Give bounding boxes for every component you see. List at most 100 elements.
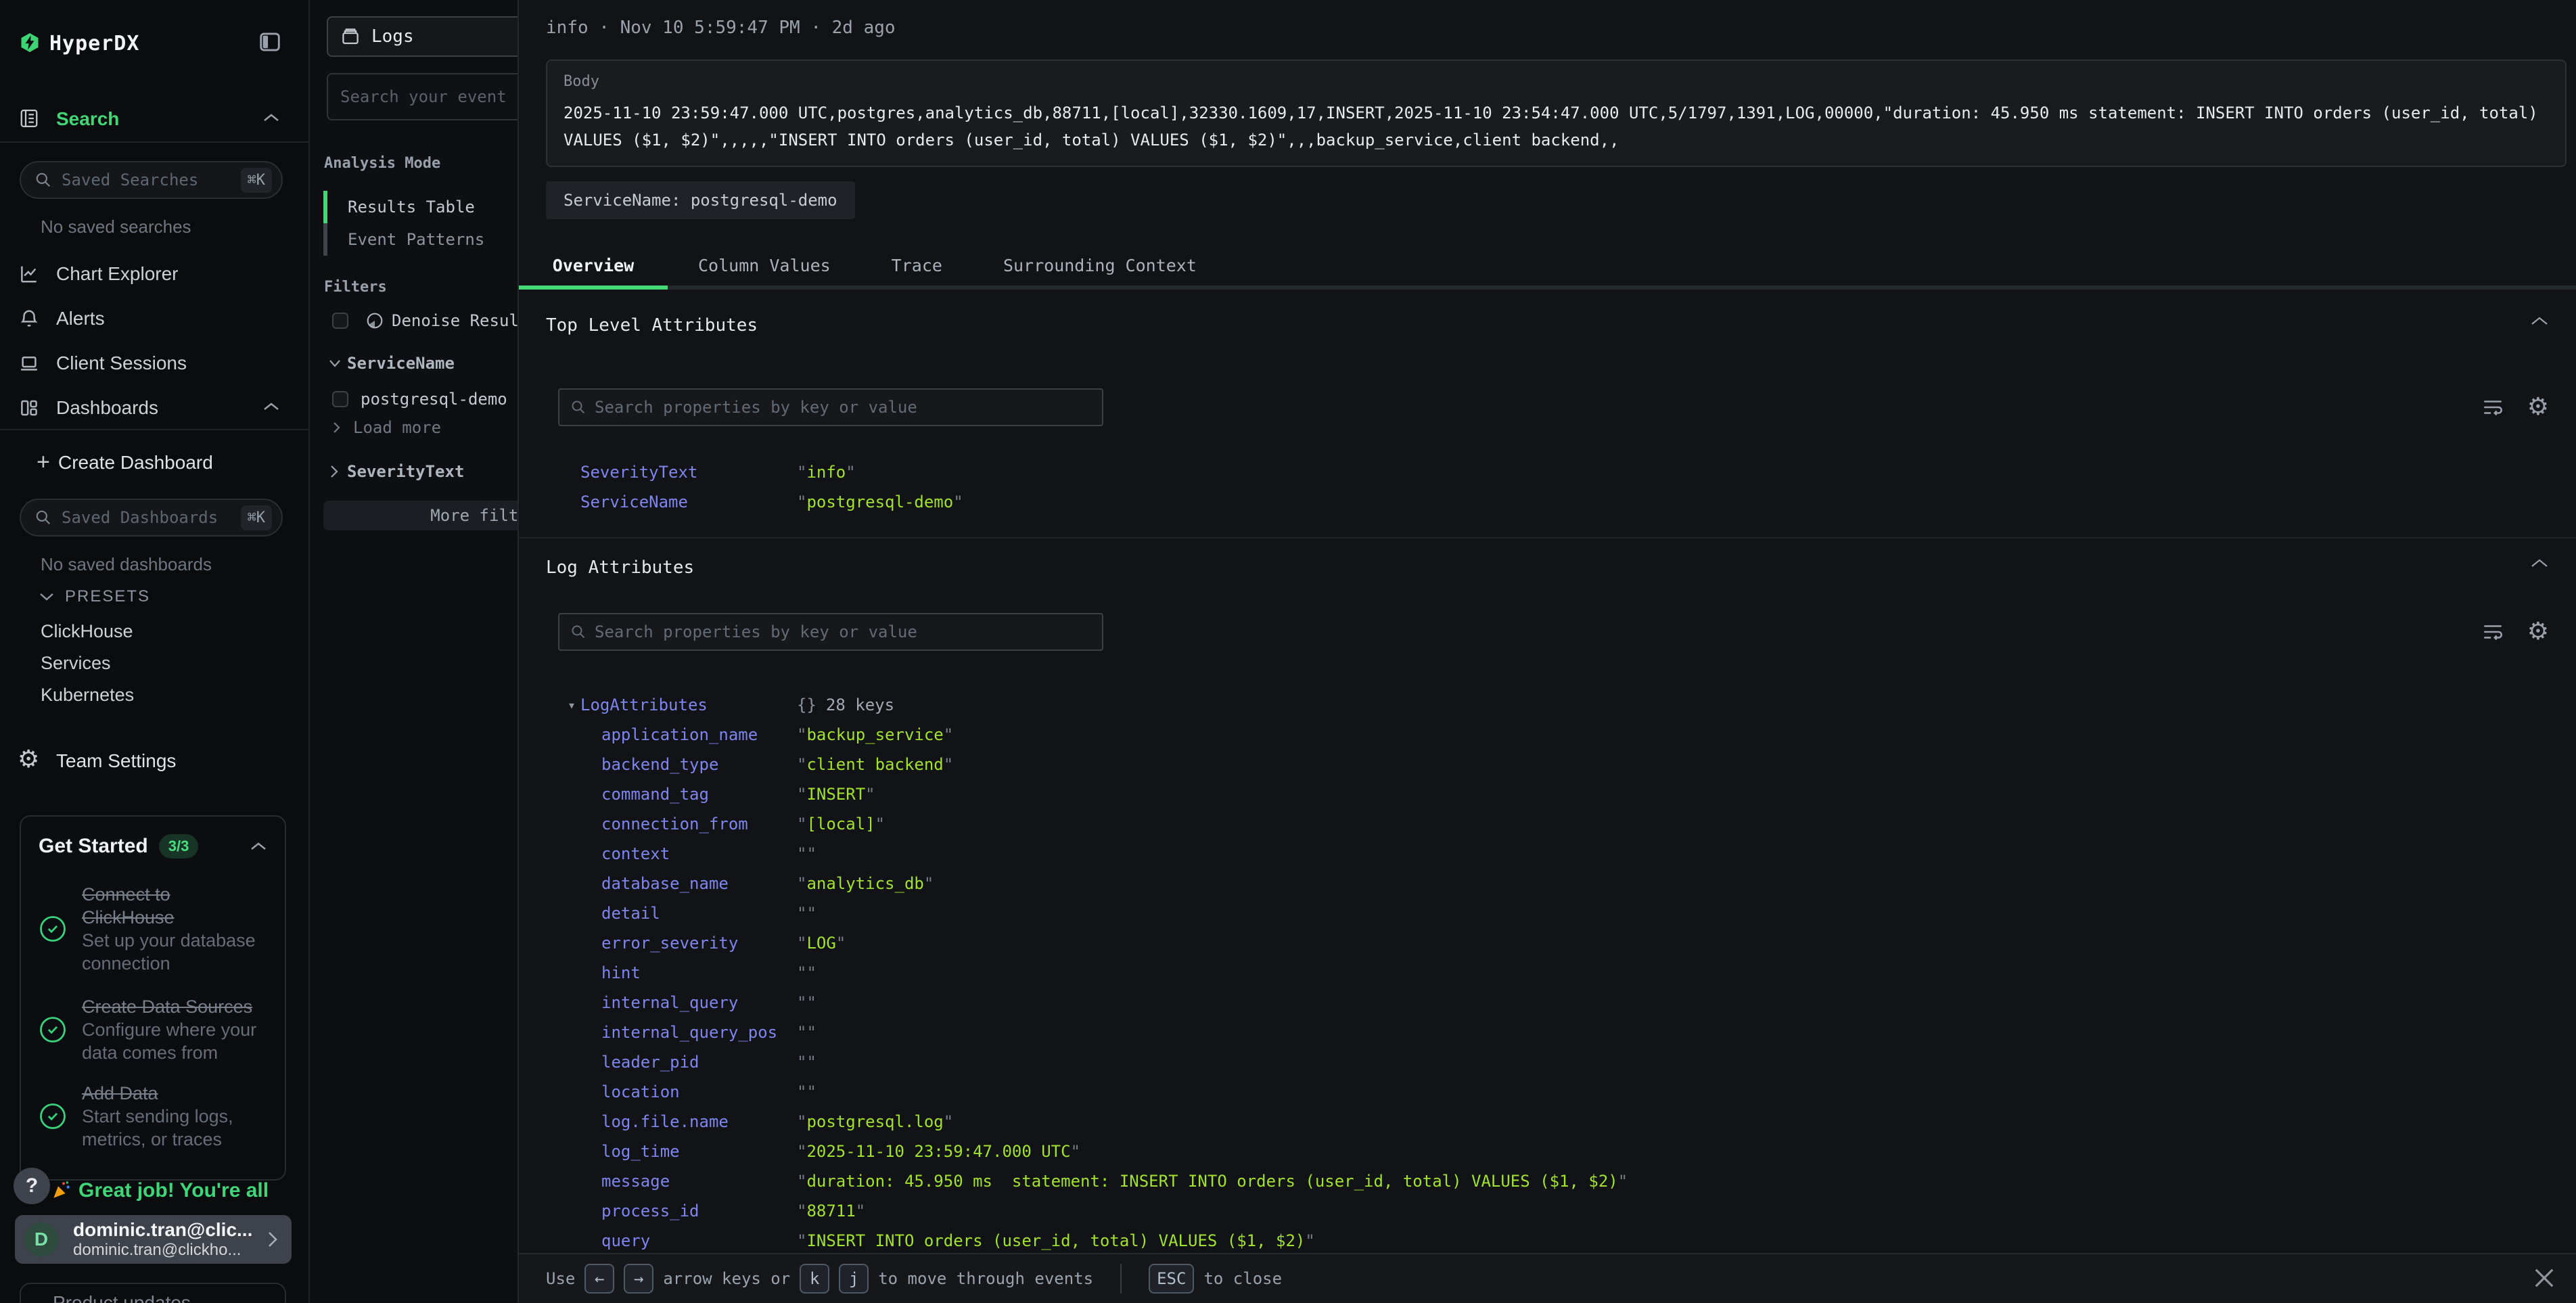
wrap-text-icon[interactable] [2481,620,2504,643]
attr-value[interactable]: backup_service [797,725,953,744]
get-started-header[interactable]: Get Started 3/3 [39,833,267,860]
wrap-text-icon[interactable] [2481,396,2504,419]
event-search-input[interactable] [340,87,518,106]
attr-key[interactable]: context [601,844,797,863]
attr-key[interactable]: internal_query [601,993,797,1012]
sidebar-item-client-sessions[interactable]: Client Sessions [0,352,308,374]
attr-value[interactable] [797,844,816,863]
sidebar-section-search[interactable]: Search [0,108,308,131]
tab-surrounding-context[interactable]: Surrounding Context [973,241,1227,290]
attr-value[interactable]: postgresql-demo [797,493,963,511]
attr-value[interactable]: duration: 45.950 ms statement: INSERT IN… [797,1172,1628,1191]
attr-value[interactable] [797,1053,816,1072]
hyperdx-logo-icon[interactable] [20,32,40,53]
attr-value[interactable]: client backend [797,755,953,774]
preset-clickhouse[interactable]: ClickHouse [41,621,133,642]
user-menu[interactable]: D dominic.tran@clic... dominic.tran@clic… [15,1215,292,1264]
expand-triangle-icon[interactable]: ▾ [568,697,580,713]
get-started-item[interactable]: Connect to ClickHouse Set up your databa… [39,883,267,975]
properties-search-box[interactable] [558,388,1103,426]
chart-explorer-icon [19,264,39,284]
more-filters-button[interactable]: More filters [323,501,518,530]
saved-searches-search[interactable]: ⌘K [20,161,283,199]
attr-key[interactable]: location [601,1082,797,1101]
attr-key[interactable]: database_name [601,874,797,893]
attr-value[interactable] [797,963,816,982]
attr-key[interactable]: detail [601,904,797,923]
attr-value[interactable]: 2025-11-10 23:59:47.000 UTC [797,1142,1080,1161]
gear-icon[interactable]: ⚙ [2527,620,2549,644]
chevron-up-icon[interactable] [262,112,280,123]
create-dashboard-button[interactable]: + Create Dashboard [0,451,308,472]
attr-key[interactable]: SeverityText [580,463,797,482]
help-button[interactable]: ? [14,1168,50,1204]
attr-key[interactable]: query [601,1231,797,1250]
mode-event-patterns[interactable]: Event Patterns [323,223,513,256]
sidebar-item-dashboards[interactable]: Dashboards [0,397,308,419]
saved-dashboards-input[interactable] [62,508,241,527]
event-search-box[interactable] [327,73,518,120]
team-settings-button[interactable]: ⚙ Team Settings [0,750,308,772]
attr-key[interactable]: process_id [601,1202,797,1220]
gear-icon[interactable]: ⚙ [2527,395,2549,419]
denoise-checkbox[interactable] [332,313,348,329]
attr-key[interactable]: command_tag [601,785,797,804]
service-option-label[interactable]: postgresql-demo [361,390,507,409]
chevron-up-icon[interactable] [250,841,267,852]
service-checkbox[interactable] [332,391,348,407]
body-text[interactable]: 2025-11-10 23:59:47.000 UTC,postgres,ana… [564,99,2549,154]
severity-text-group[interactable]: SeverityText [310,461,518,482]
attr-value[interactable] [797,993,816,1012]
sidebar-item-chart-explorer[interactable]: Chart Explorer [0,263,308,285]
attr-value[interactable] [797,1023,816,1042]
sidebar-collapse-icon[interactable] [260,32,280,51]
get-started-item[interactable]: Add Data Start sending logs, metrics, or… [39,1082,267,1151]
attr-key[interactable]: internal_query_pos [601,1023,797,1042]
attr-key[interactable]: leader_pid [601,1053,797,1072]
source-select[interactable]: Logs [327,16,518,57]
attr-value[interactable]: LOG [797,934,846,953]
attr-key[interactable]: hint [601,963,797,982]
attr-key[interactable]: ServiceName [580,493,797,511]
attr-key[interactable]: log_time [601,1142,797,1161]
chevron-up-icon[interactable] [2530,557,2549,569]
attr-key[interactable]: LogAttributes [580,695,797,714]
attr-key[interactable]: application_name [601,725,797,744]
attr-key[interactable]: message [601,1172,797,1191]
attr-value[interactable]: INSERT [797,785,875,804]
product-updates-card[interactable]: Product updates [20,1283,286,1303]
close-icon[interactable] [2530,1264,2558,1292]
tab-overview[interactable]: Overview [519,241,668,290]
tab-column-values[interactable]: Column Values [668,241,861,290]
attr-key[interactable]: error_severity [601,934,797,953]
get-started-item[interactable]: Create Data Sources Configure where your… [39,995,267,1064]
saved-searches-input[interactable] [62,170,241,189]
attr-key[interactable]: log.file.name [601,1112,797,1131]
presets-toggle[interactable]: PRESETS [39,587,150,606]
sidebar-item-alerts[interactable]: Alerts [0,308,308,329]
properties-search-box[interactable] [558,613,1103,651]
attr-value[interactable]: 88711 [797,1202,865,1220]
mode-results-table[interactable]: Results Table [323,191,513,223]
service-name-tag-chip[interactable]: ServiceName: postgresql-demo [546,181,855,219]
attr-value[interactable]: analytics_db [797,874,934,893]
properties-search-input[interactable] [595,398,1091,417]
chevron-up-icon[interactable] [262,401,280,412]
chevron-up-icon[interactable] [2530,315,2549,327]
attr-value[interactable] [797,1082,816,1101]
attr-value[interactable]: info [797,463,856,482]
attr-value[interactable]: INSERT INTO orders (user_id, total) VALU… [797,1231,1315,1250]
preset-services[interactable]: Services [41,653,111,674]
preset-kubernetes[interactable]: Kubernetes [41,685,134,706]
attr-value[interactable]: [local] [797,815,885,833]
attr-key[interactable]: backend_type [601,755,797,774]
attr-key[interactable]: connection_from [601,815,797,833]
tab-trace[interactable]: Trace [861,241,973,290]
saved-dashboards-search[interactable]: ⌘K [20,499,283,536]
attr-value[interactable]: postgresql.log [797,1112,953,1131]
load-more-row[interactable]: Load more [310,418,518,437]
service-name-group[interactable]: ServiceName [310,353,518,373]
properties-search-input[interactable] [595,622,1091,641]
attr-value[interactable] [797,904,816,923]
attr-row: application_namebackup_service [601,720,2549,750]
